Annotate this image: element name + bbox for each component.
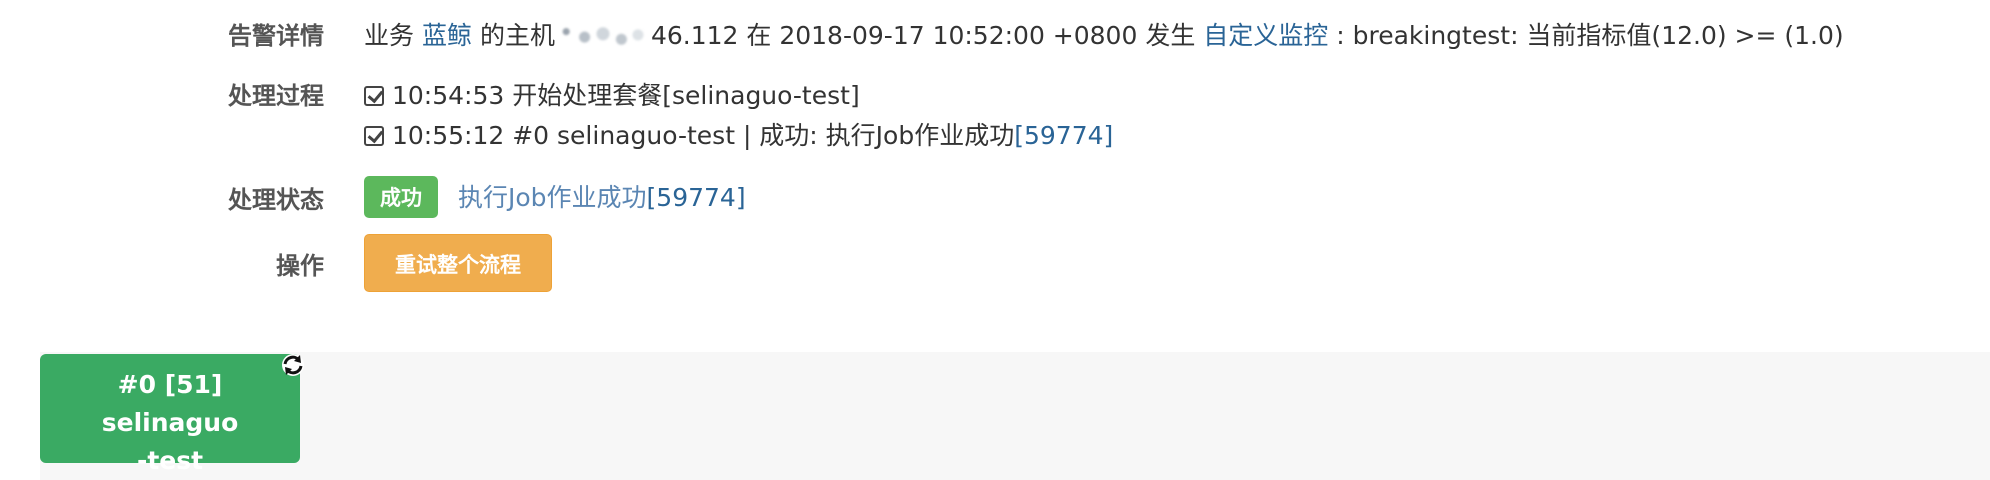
process-step: 10:55:12 #0 selinaguo-test | 成功: 执行Job作业… <box>364 116 1113 156</box>
checkbox-checked-icon <box>364 86 384 106</box>
status-badge: 成功 <box>364 176 438 218</box>
job-id-link[interactable]: [59774] <box>1014 121 1113 150</box>
status-job-id-link[interactable]: [59774] <box>647 183 746 212</box>
process-step-text: 10:55:12 #0 selinaguo-test | 成功: 执行Job作业… <box>392 121 1015 150</box>
business-link[interactable]: 蓝鲸 <box>422 21 472 50</box>
flow-node-title: #0 [51] selinaguo <box>101 370 239 437</box>
flow-node-subtitle: -test <box>136 446 204 475</box>
alert-prefix: 业务 <box>364 21 415 50</box>
process-step: 10:54:53 开始处理套餐[selinaguo-test] <box>364 76 1113 116</box>
retry-flow-button[interactable]: 重试整个流程 <box>364 234 552 292</box>
status-label: 处理状态 <box>228 186 324 214</box>
process-label: 处理过程 <box>228 82 324 110</box>
custom-monitor-link[interactable]: 自定义监控 <box>1203 21 1328 50</box>
flow-node[interactable]: #0 [51] selinaguo -test <box>40 354 300 475</box>
alert-ip-tail: 46.112 <box>650 21 739 50</box>
alert-host-text: 的主机 <box>479 21 555 50</box>
alert-metric-text: : breakingtest: 当前指标值(12.0) >= (1.0) <box>1336 21 1844 50</box>
refresh-icon[interactable] <box>280 352 306 378</box>
alert-detail-value: 业务 蓝鲸 的主机 46.112 在 2018-09-17 10:52:00 +0… <box>364 16 1844 52</box>
flow-canvas[interactable] <box>40 352 1990 480</box>
process-steps: 10:54:53 开始处理套餐[selinaguo-test] 10:55:12… <box>364 76 1113 156</box>
alert-detail-label: 告警详情 <box>228 22 324 50</box>
process-step-text: 10:54:53 开始处理套餐[selinaguo-test] <box>392 81 860 110</box>
operation-label: 操作 <box>276 252 324 280</box>
status-value: 成功 执行Job作业成功[59774] <box>364 176 746 218</box>
blurred-ip-image <box>556 25 649 47</box>
checkbox-checked-icon <box>364 126 384 146</box>
status-message-link[interactable]: 执行Job作业成功 <box>458 183 647 212</box>
alert-detail-panel: 告警详情 业务 蓝鲸 的主机 46.112 在 2018-09-17 10:52:… <box>0 0 1990 340</box>
alert-time-text: 在 2018-09-17 10:52:00 +0800 发生 <box>746 21 1196 50</box>
